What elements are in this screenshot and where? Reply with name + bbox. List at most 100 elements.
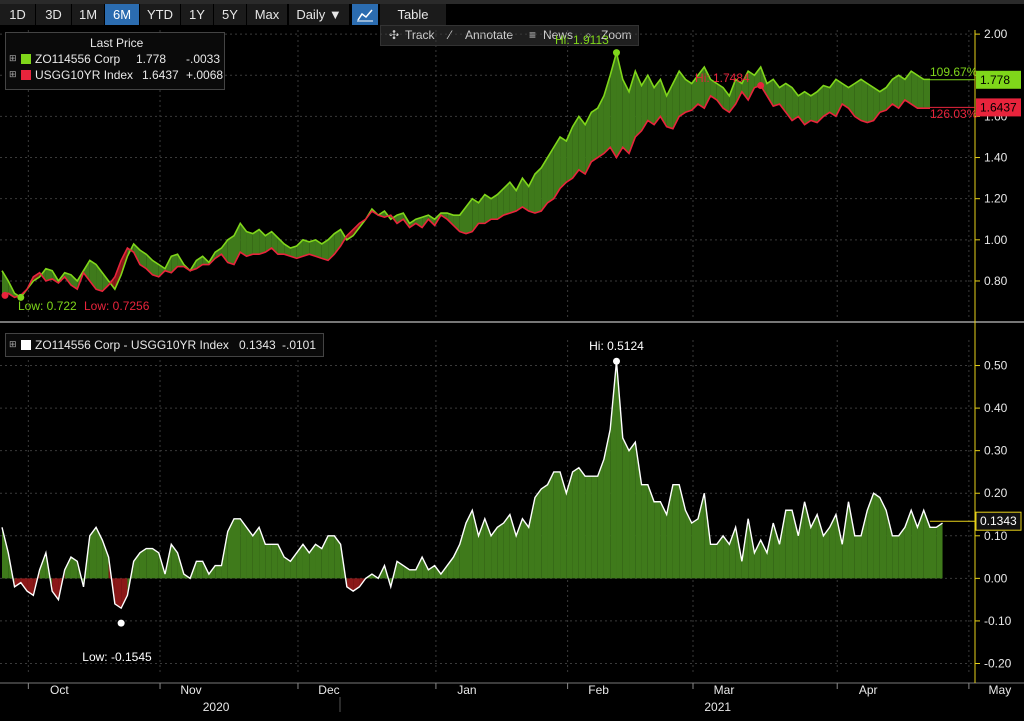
bottom-ytick-label: 0.10 [984,529,1008,543]
low-label-usgg10yr: Low: 0.7256 [84,299,150,313]
series-2-name: USGG10YR Index [35,68,134,82]
spread-area-segment [328,535,335,579]
spread-area-segment [629,442,636,579]
spread-area-segment [234,518,241,579]
spread-area-segment [497,523,504,579]
spread-area-segment [591,476,598,579]
hi-label-zo114556: Hi: 1.9113 [555,33,609,47]
spread-area-segment [265,544,272,579]
x-month-label: Apr [859,683,878,697]
spread-area-segment [227,518,234,579]
spread-swatch [21,340,31,350]
hi-marker-zo114556 [612,49,620,57]
spread-area-segment [641,484,648,579]
spread-band [685,79,692,113]
bottom-ytick-label: -0.10 [984,614,1012,628]
spread-area-segment [102,540,109,579]
spread-area-segment [936,523,943,579]
last-price-usgg10yr: 1.6437 [980,100,1017,114]
spread-area-segment [691,518,698,579]
spread-area-segment [271,544,278,579]
spread-band [829,79,836,117]
spread-area-segment [848,501,855,579]
spread-area-segment [553,471,561,579]
spread-area-segment [121,578,128,609]
series-2-swatch [21,70,31,80]
series-1-change: -.0033 [186,52,221,66]
top-ytick-label: 1.40 [984,151,1008,165]
x-month-label: Feb [588,683,609,697]
spread-area-segment [196,561,203,579]
price-chart: 0.801.001.201.401.601.802.00-0.20-0.100.… [0,27,1024,714]
spread-low-marker [117,619,125,627]
bottom-ytick-label: 0.30 [984,444,1008,458]
bottom-ytick-label: 0.00 [984,571,1008,585]
spread-area-segment [139,548,147,579]
spread-fill-bottom [2,361,943,609]
spread-area-segment [409,569,416,579]
spread-area-segment [522,518,529,579]
spread-area-segment [152,548,159,579]
spread-area-segment [215,565,222,579]
spread-band [911,71,918,109]
spread-band [246,231,253,257]
x-month-label: Jan [457,683,476,697]
spread-hi-marker [612,357,620,365]
spread-band [810,91,818,123]
spread-legend: ⊞ ZO114556 Corp - USGG10YR Index 0.1343 … [5,333,324,357]
spread-band [560,136,567,189]
x-year-label: 2020 [203,700,230,714]
pct-label-zo114556: 109.67% [930,65,978,79]
spread-area-segment [503,514,510,579]
spread-area-segment [315,544,322,579]
spread-area-segment [240,518,247,579]
spread-area-segment [534,488,542,579]
expand-icon[interactable]: ⊞ [9,69,17,80]
spread-area-segment [585,476,592,579]
series-1-swatch [21,54,31,64]
spread-area-segment [873,493,880,579]
bottom-ytick-label: 0.40 [984,401,1008,415]
spread-low-label: Low: -0.1545 [82,650,152,664]
low-marker-usgg10yr [1,291,9,299]
spread-band [854,79,862,121]
bottom-ytick-label: 0.20 [984,486,1008,500]
expand-icon[interactable]: ⊞ [9,339,17,350]
spread-band [672,71,680,129]
spread-area-segment [114,578,122,609]
spread-band [534,167,542,214]
top-ytick-label: 1.00 [984,233,1008,247]
spread-area-segment [785,510,793,579]
spread-area-segment [578,467,586,579]
spread-area-segment [854,535,862,579]
spread-value: 0.1343 [239,338,276,352]
low-label-zo114556: Low: 0.722 [18,299,77,313]
price-legend: Last Price ⊞ ZO114556 Corp 1.778 -.0033 … [5,32,225,90]
x-month-label: Dec [318,683,339,697]
spread-area-segment [798,501,805,579]
spread-band [892,75,899,109]
legend-title: Last Price [90,36,144,50]
x-month-label: May [989,683,1012,697]
spread-area-segment [710,544,717,579]
spread-name: ZO114556 Corp - USGG10YR Index [35,338,229,352]
spread-band [591,108,598,162]
expand-icon[interactable]: ⊞ [9,53,17,64]
spread-area-segment [572,467,579,579]
spread-area-segment [597,459,604,579]
bottom-panel-grid [0,340,975,672]
spread-band [823,85,830,117]
spread-band [861,79,868,123]
spread-band [635,71,642,137]
spread-band [923,79,930,109]
spread-band [804,91,811,125]
spread-change: -.0101 [282,338,317,352]
series-2-change: +.0068 [186,68,224,82]
spread-hi-label: Hi: 0.5124 [589,339,644,353]
bottom-ytick-label: -0.20 [984,656,1012,670]
spread-area-segment [146,548,153,579]
x-year-label: 2021 [704,700,731,714]
spread-area-segment [622,437,630,579]
hi-label-usgg10yr: Hi: 1.7484 [695,71,750,85]
x-month-label: Oct [50,683,69,697]
